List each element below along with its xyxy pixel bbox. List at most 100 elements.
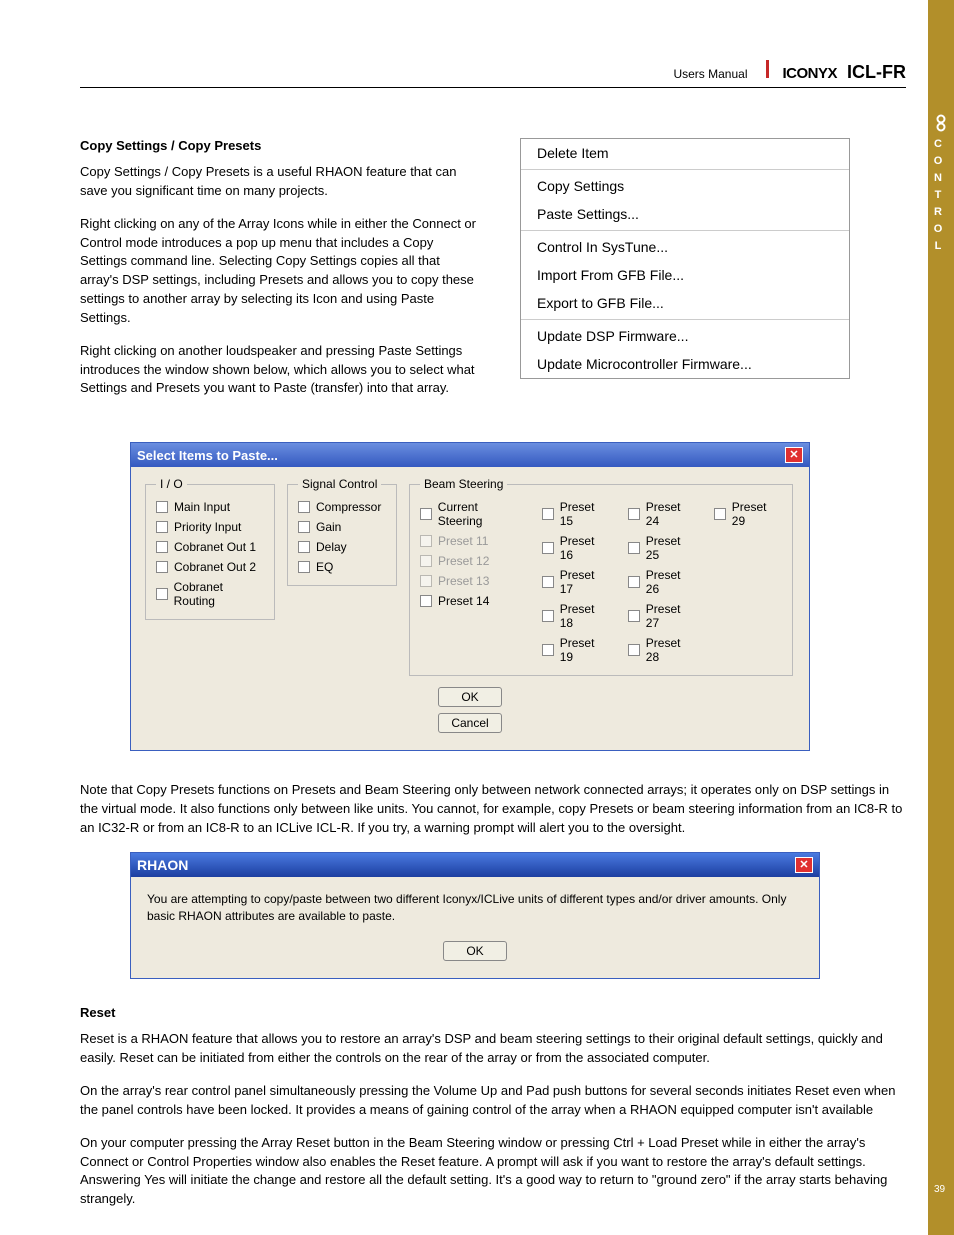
checkbox-label: Preset 25 — [646, 534, 696, 562]
checkbox-label: Delay — [316, 540, 347, 554]
checkbox[interactable] — [628, 644, 640, 656]
checkbox-label: Preset 28 — [646, 636, 696, 664]
checkbox[interactable] — [298, 561, 310, 573]
checkbox[interactable] — [628, 576, 640, 588]
checkbox-row: Cobranet Out 2 — [156, 557, 264, 577]
menu-paste-settings[interactable]: Paste Settings... — [521, 200, 849, 228]
reset-p1: Reset is a RHAON feature that allows you… — [80, 1030, 906, 1068]
checkbox-row: Preset 15 — [542, 497, 610, 531]
link-icon — [934, 114, 948, 132]
menu-import-gfb[interactable]: Import From GFB File... — [521, 261, 849, 289]
reset-p3: On your computer pressing the Array Rese… — [80, 1134, 906, 1209]
paste-cancel-button[interactable]: Cancel — [438, 713, 502, 733]
checkbox-row: Delay — [298, 537, 386, 557]
header-divider — [766, 60, 769, 78]
paste-ok-button[interactable]: OK — [438, 687, 502, 707]
menu-update-microcontroller-firmware[interactable]: Update Microcontroller Firmware... — [521, 350, 849, 378]
copy-settings-p1: Copy Settings / Copy Presets is a useful… — [80, 163, 480, 201]
warn-ok-button[interactable]: OK — [443, 941, 507, 961]
checkbox[interactable] — [542, 508, 554, 520]
checkbox-label: Compressor — [316, 500, 381, 514]
checkbox-row: Gain — [298, 517, 386, 537]
checkbox-row: Cobranet Routing — [156, 577, 264, 611]
checkbox-row: Preset 28 — [628, 633, 696, 667]
page-number: 39 — [934, 1184, 945, 1195]
beam-steering-group: Beam Steering Current SteeringPreset 11P… — [409, 477, 793, 676]
checkbox-row: Preset 26 — [628, 565, 696, 599]
close-icon[interactable]: ✕ — [785, 447, 803, 463]
menu-delete-item[interactable]: Delete Item — [521, 139, 849, 167]
checkbox[interactable] — [714, 508, 726, 520]
checkbox-label: Preset 17 — [560, 568, 610, 596]
checkbox-row: Preset 29 — [714, 497, 782, 531]
checkbox[interactable] — [156, 521, 168, 533]
checkbox-row: Preset 16 — [542, 531, 610, 565]
io-group: I / O Main Input Priority Input Cobranet O… — [145, 477, 275, 620]
checkbox[interactable] — [628, 542, 640, 554]
checkbox-row: Preset 19 — [542, 633, 610, 667]
checkbox-label: Preset 14 — [438, 594, 489, 608]
checkbox-label: Preset 13 — [438, 574, 489, 588]
checkbox-row: Current Steering — [420, 497, 524, 531]
menu-update-dsp-firmware[interactable]: Update DSP Firmware... — [521, 322, 849, 350]
checkbox-label: Gain — [316, 520, 341, 534]
warn-dialog-title: RHAON — [137, 857, 188, 873]
checkbox-row: Main Input — [156, 497, 264, 517]
copy-settings-heading: Copy Settings / Copy Presets — [80, 138, 480, 153]
checkbox[interactable] — [420, 595, 432, 607]
checkbox-label: Current Steering — [438, 500, 524, 528]
context-menu: Delete Item Copy Settings Paste Settings… — [520, 138, 850, 379]
checkbox[interactable] — [156, 501, 168, 513]
checkbox[interactable] — [542, 610, 554, 622]
checkbox-row: Preset 13 — [420, 571, 524, 591]
checkbox-row: Preset 18 — [542, 599, 610, 633]
note-paragraph: Note that Copy Presets functions on Pres… — [80, 781, 906, 838]
checkbox-label: Preset 16 — [560, 534, 610, 562]
paste-dialog-title: Select Items to Paste... — [137, 448, 278, 463]
menu-control-in-systune[interactable]: Control In SysTune... — [521, 233, 849, 261]
reset-heading: Reset — [80, 1005, 906, 1020]
close-icon[interactable]: ✕ — [795, 857, 813, 873]
checkbox-row: Cobranet Out 1 — [156, 537, 264, 557]
header-brand: ICONYX — [783, 65, 838, 82]
checkbox-label: Priority Input — [174, 520, 241, 534]
checkbox[interactable] — [156, 561, 168, 573]
checkbox[interactable] — [298, 501, 310, 513]
checkbox-row: Preset 12 — [420, 551, 524, 571]
side-band: CONTROL 39 — [928, 0, 954, 1235]
io-legend: I / O — [156, 477, 187, 491]
signal-control-group: Signal Control Compressor Gain Delay EQ — [287, 477, 397, 586]
checkbox[interactable] — [420, 508, 432, 520]
checkbox-label: Preset 19 — [560, 636, 610, 664]
header-model: ICL-FR — [847, 62, 906, 83]
checkbox-label: EQ — [316, 560, 333, 574]
checkbox-label: Preset 18 — [560, 602, 610, 630]
checkbox-label: Preset 11 — [438, 534, 488, 548]
checkbox[interactable] — [156, 541, 168, 553]
checkbox-label: Main Input — [174, 500, 230, 514]
menu-copy-settings[interactable]: Copy Settings — [521, 172, 849, 200]
checkbox-label: Preset 27 — [646, 602, 696, 630]
reset-p2: On the array's rear control panel simult… — [80, 1082, 906, 1120]
checkbox-row: Preset 11 — [420, 531, 524, 551]
signal-legend: Signal Control — [298, 477, 381, 491]
checkbox-row: Preset 17 — [542, 565, 610, 599]
checkbox[interactable] — [628, 508, 640, 520]
checkbox-row: Compressor — [298, 497, 386, 517]
checkbox-row: Preset 24 — [628, 497, 696, 531]
checkbox[interactable] — [542, 542, 554, 554]
menu-export-gfb[interactable]: Export to GFB File... — [521, 289, 849, 317]
checkbox[interactable] — [542, 644, 554, 656]
checkbox[interactable] — [298, 521, 310, 533]
checkbox-row: Preset 27 — [628, 599, 696, 633]
checkbox[interactable] — [542, 576, 554, 588]
checkbox[interactable] — [628, 610, 640, 622]
select-items-to-paste-dialog: Select Items to Paste... ✕ I / O Main In… — [130, 442, 810, 751]
checkbox-label: Preset 26 — [646, 568, 696, 596]
checkbox-label: Cobranet Out 2 — [174, 560, 256, 574]
copy-settings-p3: Right clicking on another loudspeaker an… — [80, 342, 480, 399]
checkbox-label: Cobranet Out 1 — [174, 540, 256, 554]
checkbox[interactable] — [298, 541, 310, 553]
checkbox — [420, 575, 432, 587]
checkbox[interactable] — [156, 588, 168, 600]
